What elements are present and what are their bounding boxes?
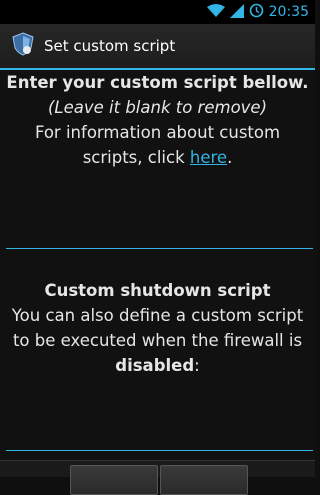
wifi-icon xyxy=(206,3,225,22)
shield-icon xyxy=(12,32,34,60)
shutdown-disabled-word: disabled xyxy=(115,356,195,375)
dialog-title-bar: Set custom script xyxy=(0,24,315,68)
shutdown-suffix: : xyxy=(194,356,200,375)
startup-info-text: For information about custom scripts, cl… xyxy=(34,123,281,167)
dialog-title: Set custom script xyxy=(44,37,176,55)
startup-script-input[interactable] xyxy=(6,206,313,249)
signal-icon xyxy=(229,3,244,22)
startup-section: Enter your custom script bellow. (Leave … xyxy=(6,70,309,170)
sync-icon xyxy=(249,3,264,22)
help-link[interactable]: here xyxy=(190,148,227,167)
shutdown-description: You can also define a custom script to b… xyxy=(6,303,309,378)
dialog-content: Enter your custom script bellow. (Leave … xyxy=(0,70,315,460)
status-bar: 20:35 xyxy=(0,0,315,24)
startup-hint: (Leave it blank to remove) xyxy=(47,98,268,117)
cancel-button[interactable] xyxy=(70,465,158,495)
shutdown-text: You can also define a custom script to b… xyxy=(11,306,304,350)
startup-heading: Enter your custom script bellow. xyxy=(6,73,309,92)
status-clock: 20:35 xyxy=(268,4,309,20)
shutdown-section: Custom shutdown script You can also defi… xyxy=(6,278,309,378)
dialog-button-bar xyxy=(0,460,315,495)
startup-info: For information about custom scripts, cl… xyxy=(6,120,309,170)
startup-info-suffix: . xyxy=(227,148,233,167)
shutdown-heading: Custom shutdown script xyxy=(44,281,271,300)
ok-button[interactable] xyxy=(160,465,248,495)
shutdown-script-input[interactable] xyxy=(6,408,313,451)
